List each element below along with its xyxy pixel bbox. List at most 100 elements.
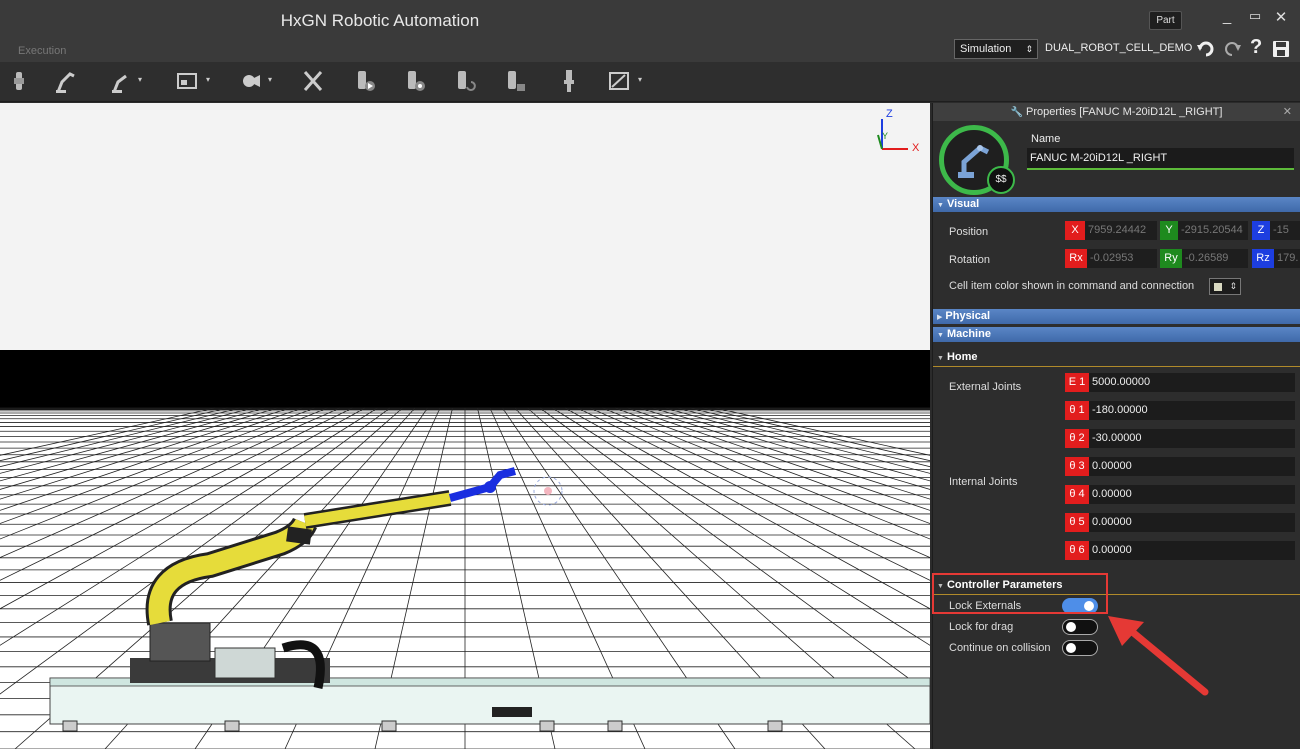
robot-arm-icon[interactable]: [54, 68, 76, 94]
axis-gizmo: Z X Y: [877, 108, 920, 154]
x-tag: X: [1065, 221, 1085, 240]
toggle-knob: [1066, 622, 1076, 632]
camera-dropdown-icon[interactable]: [240, 68, 262, 94]
toolbar: ▾ ▾ ▾ ▾: [0, 62, 1300, 102]
rotation-rx-input[interactable]: -0.02953: [1087, 249, 1157, 268]
annotation-highlight-box: [932, 573, 1108, 614]
gripper-play-icon[interactable]: [354, 68, 376, 94]
joint-theta4-tag: θ 4: [1065, 485, 1089, 504]
select-arrow-icon: ⇕: [1025, 44, 1033, 54]
redo-icon[interactable]: [1222, 40, 1242, 58]
section-physical-label: Physical: [945, 310, 991, 322]
simulation-select[interactable]: Simulation ⇕: [954, 39, 1038, 59]
collapsed-triangle-icon: ▶: [937, 314, 943, 321]
simulation-select-value: Simulation: [960, 43, 1012, 55]
gripper-record-icon[interactable]: [404, 68, 426, 94]
toggle-knob: [1066, 643, 1076, 653]
help-button[interactable]: ?: [1250, 36, 1262, 59]
joint-theta6-input[interactable]: 0.00000: [1089, 541, 1295, 560]
restore-button[interactable]: ▭: [1246, 8, 1264, 24]
script-badge[interactable]: $$: [987, 166, 1015, 194]
rotation-rz-input[interactable]: 179.: [1274, 249, 1300, 268]
save-icon[interactable]: [1272, 40, 1290, 58]
robot-tool-icon[interactable]: [8, 68, 30, 94]
3d-viewport[interactable]: Z X Y: [0, 103, 930, 749]
name-label: Name: [1031, 133, 1061, 145]
minimize-button[interactable]: _: [1218, 8, 1236, 25]
joint-theta4-input[interactable]: 0.00000: [1089, 485, 1295, 504]
app-window: HxGN Robotic Automation Execution Part _…: [0, 0, 1300, 749]
position-x-input[interactable]: 7959.24442: [1085, 221, 1157, 240]
expanded-triangle-icon: ▼: [937, 202, 944, 209]
expanded-triangle-icon: ▼: [937, 332, 944, 339]
y-tag: Y: [1160, 221, 1178, 240]
caret-down-icon[interactable]: ▾: [206, 76, 212, 84]
color-swatch: [1214, 283, 1222, 291]
joint-theta2-tag: θ 2: [1065, 429, 1089, 448]
joint-theta3-input[interactable]: 0.00000: [1089, 457, 1295, 476]
joint-theta5-input[interactable]: 0.00000: [1089, 513, 1295, 532]
joint-theta5-tag: θ 5: [1065, 513, 1089, 532]
internal-joints-label: Internal Joints: [949, 476, 1018, 488]
joint-theta2-input[interactable]: -30.00000: [1089, 429, 1295, 448]
rx-tag: Rx: [1065, 249, 1087, 268]
z-tag: Z: [1252, 221, 1270, 240]
position-label: Position: [949, 226, 989, 238]
caret-down-icon[interactable]: ▾: [268, 76, 274, 84]
cell-color-label: Cell item color shown in command and con…: [949, 280, 1195, 292]
tcp-icon[interactable]: [558, 68, 580, 94]
gripper-refresh-icon[interactable]: [454, 68, 476, 94]
section-physical[interactable]: ▶ Physical: [933, 309, 1300, 324]
section-machine[interactable]: ▼ Machine: [933, 327, 1300, 342]
rz-tag: Rz: [1252, 249, 1274, 268]
position-z-input[interactable]: -15: [1270, 221, 1300, 240]
joint-e1-tag: E 1: [1065, 373, 1089, 392]
wrench-icon: 🔧: [1010, 107, 1023, 118]
close-button[interactable]: ✕: [1272, 8, 1290, 26]
axis-z-label: Z: [886, 108, 893, 120]
properties-title-bar: 🔧 Properties [FANUC M-20iD12L _RIGHT] ✕: [933, 103, 1300, 121]
joint-theta1-input[interactable]: -180.00000: [1089, 401, 1295, 420]
floor-grid: [0, 407, 930, 749]
selection-dropdown-icon[interactable]: [608, 68, 630, 94]
annotation-arrow: [1108, 616, 1209, 696]
cell-color-select[interactable]: ⇕: [1209, 278, 1241, 295]
panel-close-icon[interactable]: ✕: [1283, 103, 1292, 121]
joint-theta1-tag: θ 1: [1065, 401, 1089, 420]
expanded-triangle-icon: ▼: [937, 355, 944, 362]
app-title: HxGN Robotic Automation: [280, 11, 480, 30]
section-machine-label: Machine: [946, 328, 991, 340]
external-joints-label: External Joints: [949, 381, 1022, 393]
axis-x-label: X: [912, 142, 920, 154]
axis-y-label: Y: [882, 131, 888, 141]
view-dropdown-icon[interactable]: [176, 68, 198, 94]
ry-tag: Ry: [1160, 249, 1182, 268]
position-y-input[interactable]: -2915.20544: [1178, 221, 1248, 240]
joint-theta3-tag: θ 3: [1065, 457, 1089, 476]
name-input[interactable]: FANUC M-20iD12L _RIGHT: [1027, 148, 1294, 170]
section-visual-label: Visual: [946, 198, 980, 210]
rotation-ry-input[interactable]: -0.26589: [1182, 249, 1248, 268]
linear-track: [49, 677, 930, 732]
part-button[interactable]: Part: [1149, 11, 1182, 30]
undo-icon[interactable]: [1196, 40, 1216, 58]
title-bar: HxGN Robotic Automation Execution Part _…: [0, 0, 1300, 62]
project-name: DUAL_ROBOT_CELL_DEMO: [1045, 42, 1193, 54]
properties-title: Properties [FANUC M-20iD12L _RIGHT]: [1026, 106, 1223, 118]
joint-theta6-tag: θ 6: [1065, 541, 1089, 560]
rotation-label: Rotation: [949, 254, 990, 266]
robot-arm-dropdown-icon[interactable]: [110, 68, 132, 94]
continue-on-collision-label: Continue on collision: [949, 642, 1051, 654]
robot-model[interactable]: [130, 467, 563, 689]
joint-e1-input[interactable]: 5000.00000: [1089, 373, 1295, 392]
home-title: Home: [946, 351, 978, 363]
gripper-lock-icon[interactable]: [504, 68, 526, 94]
lock-for-drag-toggle[interactable]: [1062, 619, 1098, 635]
section-visual[interactable]: ▼ Visual: [933, 197, 1300, 212]
select-arrow-icon: ⇕: [1229, 281, 1237, 291]
remove-robot-icon[interactable]: [302, 68, 324, 94]
home-header[interactable]: ▼ Home: [933, 349, 1300, 367]
continue-on-collision-toggle[interactable]: [1062, 640, 1098, 656]
caret-down-icon[interactable]: ▾: [138, 76, 144, 84]
caret-down-icon[interactable]: ▾: [638, 76, 644, 84]
